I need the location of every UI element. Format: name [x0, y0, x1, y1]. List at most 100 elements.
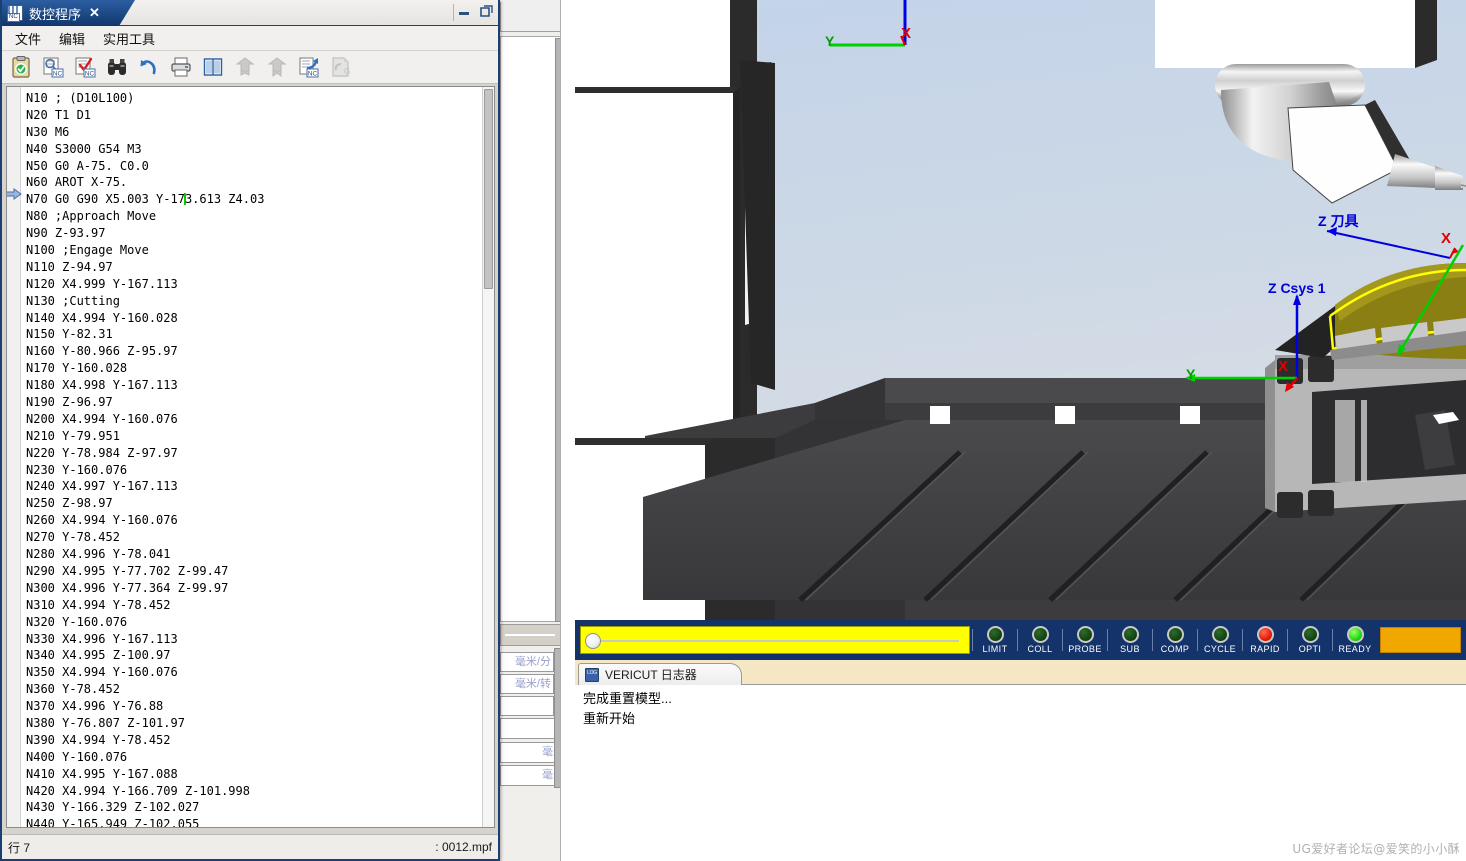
code-line[interactable]: N250 Z-98.97	[26, 495, 482, 512]
code-line[interactable]: N390 X4.994 Y-78.452	[26, 732, 482, 749]
code-line[interactable]: N280 X4.996 Y-78.041	[26, 546, 482, 563]
close-icon[interactable]: ✕	[89, 5, 100, 21]
svg-text:NC: NC	[308, 70, 318, 77]
code-line[interactable]: N170 Y-160.028	[26, 360, 482, 377]
restore-icon[interactable]	[478, 3, 494, 23]
g-code-disabled-icon[interactable]: G	[327, 53, 355, 81]
nc-program-window[interactable]: 数控程序 ✕ 文件 编辑 实用工	[0, 0, 500, 861]
nc-menubar[interactable]: 文件 编辑 实用工具	[2, 26, 498, 51]
code-line[interactable]: N380 Y-76.807 Z-101.97	[26, 715, 482, 732]
nc-code-editor[interactable]: N10 ; (D10L100) N20 T1 D1 N30 M6 N40 S3000 …	[6, 86, 495, 828]
led-cycle[interactable]: CYCLE	[1200, 626, 1240, 654]
log-message-list[interactable]: 完成重置模型... 重新开始	[575, 685, 1466, 861]
slider-knob[interactable]	[585, 633, 601, 649]
clipboard-check-icon[interactable]	[7, 53, 35, 81]
menu-file[interactable]: 文件	[8, 26, 48, 51]
code-line[interactable]: N350 X4.994 Y-160.076	[26, 664, 482, 681]
code-line[interactable]: N310 X4.994 Y-78.452	[26, 597, 482, 614]
led-ready[interactable]: READY	[1335, 626, 1375, 654]
nc-toolbar[interactable]: NC NC NC G	[2, 51, 498, 84]
minimize-icon[interactable]	[457, 4, 471, 22]
printer-icon[interactable]	[167, 53, 195, 81]
clipboard-check-glyph	[12, 56, 30, 78]
code-line[interactable]: N10 ; (D10L100)	[26, 90, 482, 107]
svg-text:NC: NC	[53, 70, 63, 77]
code-line[interactable]: N220 Y-78.984 Z-97.97	[26, 445, 482, 462]
code-line[interactable]: N410 X4.995 Y-167.088	[26, 766, 482, 783]
led-opti[interactable]: OPTI	[1290, 626, 1330, 654]
menu-utilities[interactable]: 实用工具	[96, 26, 162, 51]
code-line[interactable]: N130 ;Cutting	[26, 293, 482, 310]
machine-simulation-viewport[interactable]: Y X Z 刀具 X Z Csys 1 X Y	[575, 0, 1466, 620]
code-line[interactable]: N140 X4.994 Y-160.028	[26, 310, 482, 327]
tab-vericut-log[interactable]: VERICUT 日志器	[578, 663, 742, 685]
menu-edit[interactable]: 编辑	[52, 26, 92, 51]
code-line[interactable]: N210 Y-79.951	[26, 428, 482, 445]
code-line[interactable]: N30 M6	[26, 124, 482, 141]
code-line[interactable]: N80 ;Approach Move	[26, 208, 482, 225]
titlebar-divider	[453, 4, 454, 21]
led-rapid[interactable]: RAPID	[1245, 626, 1285, 654]
feed-per-minute-field[interactable]: 毫米/分	[500, 652, 554, 672]
code-line[interactable]: N200 X4.994 Y-160.076	[26, 411, 482, 428]
code-line[interactable]: N120 X4.999 Y-167.113	[26, 276, 482, 293]
nc-checklist-icon[interactable]: NC	[71, 53, 99, 81]
code-line[interactable]: N430 Y-166.329 Z-102.027	[26, 799, 482, 816]
led-probe-indicator	[1076, 626, 1094, 643]
code-line[interactable]: N190 Z-96.97	[26, 394, 482, 411]
nc-code-text[interactable]: N10 ; (D10L100) N20 T1 D1 N30 M6 N40 S3000 …	[23, 87, 482, 827]
code-line[interactable]: N270 Y-78.452	[26, 529, 482, 546]
code-line[interactable]: N340 X4.995 Z-100.97	[26, 647, 482, 664]
code-line[interactable]: N370 X4.996 Y-76.88	[26, 698, 482, 715]
log-message: 重新开始	[583, 711, 636, 726]
control-column-tree[interactable]	[500, 36, 568, 622]
led-coll[interactable]: COLL	[1020, 626, 1060, 654]
nc-search-icon[interactable]: NC	[39, 53, 67, 81]
feed-per-rev-field[interactable]: 毫米/转	[500, 674, 554, 694]
nc-window-titlebar[interactable]: 数控程序 ✕	[2, 0, 498, 26]
down-arrow-disabled-icon[interactable]	[263, 53, 291, 81]
code-line[interactable]: N40 S3000 G54 M3	[26, 141, 482, 158]
code-line[interactable]: N230 Y-160.076	[26, 462, 482, 479]
code-line[interactable]: N240 X4.997 Y-167.113	[26, 478, 482, 495]
editor-vertical-scrollbar[interactable]	[482, 87, 494, 827]
led-probe[interactable]: PROBE	[1065, 626, 1105, 654]
code-line[interactable]: N150 Y-82.31	[26, 326, 482, 343]
code-line[interactable]: N20 T1 D1	[26, 107, 482, 124]
code-line[interactable]: N180 X4.998 Y-167.113	[26, 377, 482, 394]
code-line[interactable]: N300 X4.996 Y-77.364 Z-99.97	[26, 580, 482, 597]
nc-window-tab[interactable]: 数控程序 ✕	[2, 0, 135, 26]
undo-icon[interactable]	[135, 53, 163, 81]
led-divider	[1287, 629, 1288, 651]
control-column-separator	[500, 624, 568, 646]
editor-scroll-thumb[interactable]	[484, 89, 493, 289]
code-line[interactable]: N110 Z-94.97	[26, 259, 482, 276]
blank-value-field[interactable]	[500, 696, 554, 716]
slider-track	[595, 640, 959, 642]
code-line[interactable]: N60 AROT X-75.	[26, 174, 482, 191]
led-divider	[972, 629, 973, 651]
code-line[interactable]: N260 X4.994 Y-160.076	[26, 512, 482, 529]
feed-override-slider[interactable]	[580, 626, 970, 654]
code-line[interactable]: N70 G0 G90 X5.003 Y-173.613 Z4.03	[26, 191, 482, 208]
code-line[interactable]: N50 G0 A-75. C0.0	[26, 158, 482, 175]
code-line[interactable]: N440 Y-165.949 Z-102.055	[26, 816, 482, 827]
binoculars-icon[interactable]	[103, 53, 131, 81]
code-line[interactable]: N290 X4.995 Y-77.702 Z-99.47	[26, 563, 482, 580]
code-line[interactable]: N90 Z-93.97	[26, 225, 482, 242]
code-line[interactable]: N420 X4.994 Y-166.709 Z-101.998	[26, 783, 482, 800]
led-sub[interactable]: SUB	[1110, 626, 1150, 654]
code-line[interactable]: N400 Y-160.076	[26, 749, 482, 766]
led-limit[interactable]: LIMIT	[975, 626, 1015, 654]
application-window: 毫米/分 ▲ ▼ 毫米/转 ▲ ▼ ▲ ▼	[0, 0, 1466, 861]
split-view-glyph	[203, 58, 223, 76]
code-line[interactable]: N330 X4.996 Y-167.113	[26, 631, 482, 648]
split-view-icon[interactable]	[199, 53, 227, 81]
up-arrow-disabled-icon[interactable]	[231, 53, 259, 81]
nc-goto-icon[interactable]: NC	[295, 53, 323, 81]
code-line[interactable]: N100 ;Engage Move	[26, 242, 482, 259]
code-line[interactable]: N320 Y-160.076	[26, 614, 482, 631]
code-line[interactable]: N160 Y-80.966 Z-95.97	[26, 343, 482, 360]
led-comp[interactable]: COMP	[1155, 626, 1195, 654]
code-line[interactable]: N360 Y-78.452	[26, 681, 482, 698]
